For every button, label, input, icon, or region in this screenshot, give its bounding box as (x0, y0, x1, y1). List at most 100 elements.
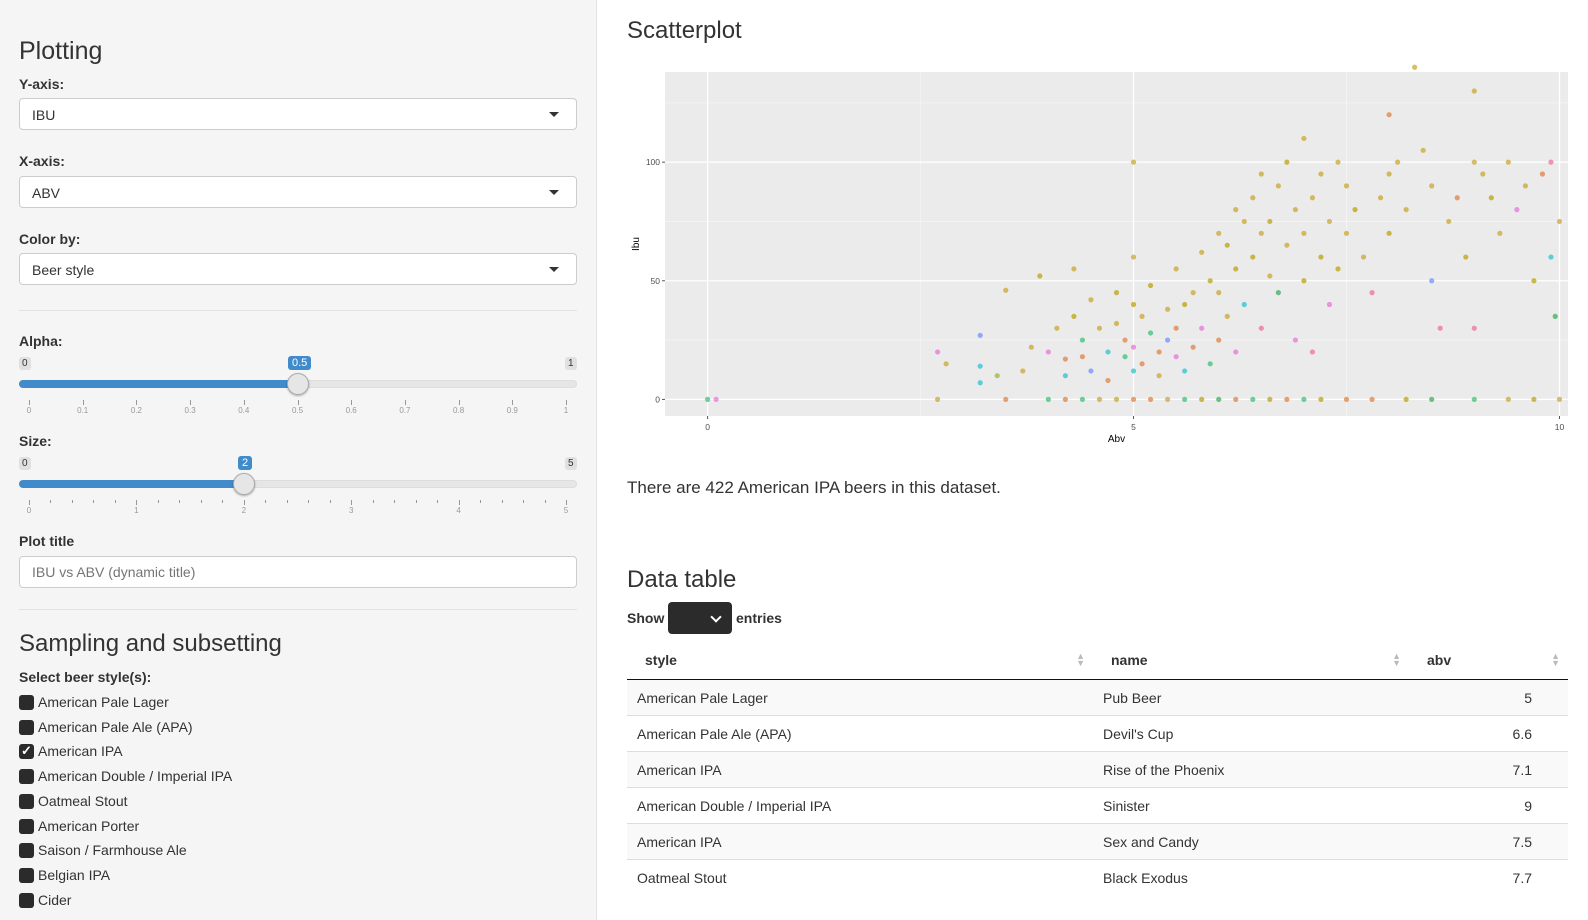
size-value-bubble: 2 (238, 456, 253, 470)
slider-tick (351, 400, 353, 405)
data-point (1003, 287, 1009, 293)
data-point (1403, 207, 1409, 213)
column-header-abv[interactable]: abv ▲ ▼ (1409, 641, 1568, 680)
checkbox[interactable] (19, 892, 34, 908)
y-axis-select[interactable]: IBU (19, 98, 577, 130)
slider-minor-tick (437, 500, 439, 503)
slider-tick (458, 500, 460, 505)
page-length-select[interactable]: 10 (668, 602, 732, 634)
data-point (1284, 242, 1290, 248)
slider-tick (297, 400, 299, 405)
table-cell: 5 (1409, 679, 1568, 716)
data-point (1088, 368, 1094, 374)
table-row[interactable]: American IPA Rise of the Phoenix 7.1 (627, 751, 1568, 788)
data-point (1301, 396, 1307, 402)
checkbox[interactable] (19, 843, 34, 859)
data-point (1267, 273, 1273, 279)
data-point (1130, 301, 1137, 308)
plotting-heading: Plotting (19, 37, 103, 65)
chevron-down-icon (710, 611, 722, 623)
data-point (1275, 290, 1281, 296)
slider-minor-tick (501, 500, 503, 503)
data-point (1301, 135, 1307, 142)
slider-minor-tick (329, 500, 331, 503)
data-point (1556, 396, 1563, 402)
data-point (1199, 325, 1205, 331)
data-point (1130, 368, 1137, 374)
data-point (1395, 159, 1401, 165)
data-point (1556, 218, 1563, 225)
data-point (1079, 354, 1086, 360)
slider-tick (512, 400, 514, 405)
slider-tick (351, 500, 353, 505)
slider-minor-tick (157, 500, 159, 503)
data-point (1224, 242, 1230, 248)
table-row[interactable]: American IPA Sex and Candy 7.5 (627, 823, 1568, 860)
checkbox-label: American Pale Ale (APA) (38, 718, 193, 735)
alpha-max-label: 1 (565, 357, 577, 370)
checkbox[interactable] (19, 769, 34, 785)
data-point (1216, 337, 1222, 343)
checkbox[interactable] (19, 741, 34, 761)
x-axis-select[interactable]: ABV (19, 176, 577, 208)
slider-tick (404, 400, 406, 405)
data-point (1165, 306, 1171, 312)
table-cell: Sex and Candy (1093, 823, 1409, 860)
data-point (1165, 396, 1171, 402)
slider-tick-label: 0.8 (453, 406, 465, 415)
data-point (1071, 266, 1077, 272)
data-point (1156, 349, 1162, 355)
checkbox[interactable] (19, 719, 34, 735)
data-point (1514, 207, 1520, 213)
column-header-style[interactable]: style ▲ ▼ (627, 641, 1093, 680)
table-cell: Sinister (1093, 787, 1409, 824)
table-row[interactable]: American Pale Lager Pub Beer 5 (627, 679, 1568, 716)
data-point (1130, 159, 1137, 165)
data-point (1139, 361, 1145, 367)
data-point (1318, 171, 1324, 177)
data-point (1130, 344, 1137, 350)
column-header-name[interactable]: name ▲ ▼ (1093, 641, 1409, 680)
scatterplot-heading: Scatterplot (627, 17, 742, 44)
slider-minor-tick (265, 500, 267, 503)
size-slider-handle[interactable] (232, 473, 255, 495)
checkbox-label: Oatmeal Stout (38, 792, 128, 809)
slider-tick-label: 0.7 (399, 406, 411, 415)
slider-tick-label: 0 (26, 506, 32, 515)
checkbox[interactable] (19, 867, 34, 883)
checkbox[interactable] (19, 695, 34, 710)
slider-minor-tick (179, 500, 181, 503)
data-point (994, 373, 1000, 379)
page-length-value: 10 (678, 610, 693, 625)
table-row[interactable]: American Pale Ale (APA) Devil's Cup 6.6 (627, 715, 1568, 752)
table-cell: 7.1 (1409, 751, 1568, 788)
slider-tick-label: 0.9 (506, 406, 518, 415)
slider-minor-tick (71, 500, 73, 503)
table-cell: Oatmeal Stout (627, 859, 1093, 895)
data-point (1003, 396, 1009, 402)
table-row[interactable]: American Double / Imperial IPA Sinister 9 (627, 787, 1568, 824)
sidebar: Plotting Y-axis: IBU X-axis: ABV Color b… (0, 0, 597, 920)
data-point (1250, 195, 1256, 201)
checkbox[interactable] (19, 793, 34, 809)
data-point (1369, 290, 1375, 296)
size-max-label: 5 (565, 457, 577, 470)
y-axis-label: Y-axis: (19, 76, 65, 92)
slider-tick (29, 400, 30, 405)
checkbox[interactable] (19, 818, 34, 834)
data-point (1552, 313, 1558, 319)
data-point (704, 396, 711, 402)
color-by-select[interactable]: Beer style (19, 253, 577, 285)
data-point (1028, 344, 1034, 350)
table-row[interactable]: Oatmeal Stout Black Exodus 7.7 (627, 859, 1568, 895)
data-point (1360, 254, 1367, 260)
size-slider-fill (19, 480, 244, 488)
data-point (1335, 266, 1341, 272)
data-point (1480, 171, 1486, 177)
alpha-slider-handle[interactable] (286, 373, 309, 395)
size-label: Size: (19, 433, 52, 449)
table-cell: 6.6 (1409, 715, 1568, 752)
slider-tick-label: 1 (563, 406, 569, 415)
column-header-label: name (1111, 652, 1148, 668)
plot-title-input[interactable] (19, 556, 577, 588)
